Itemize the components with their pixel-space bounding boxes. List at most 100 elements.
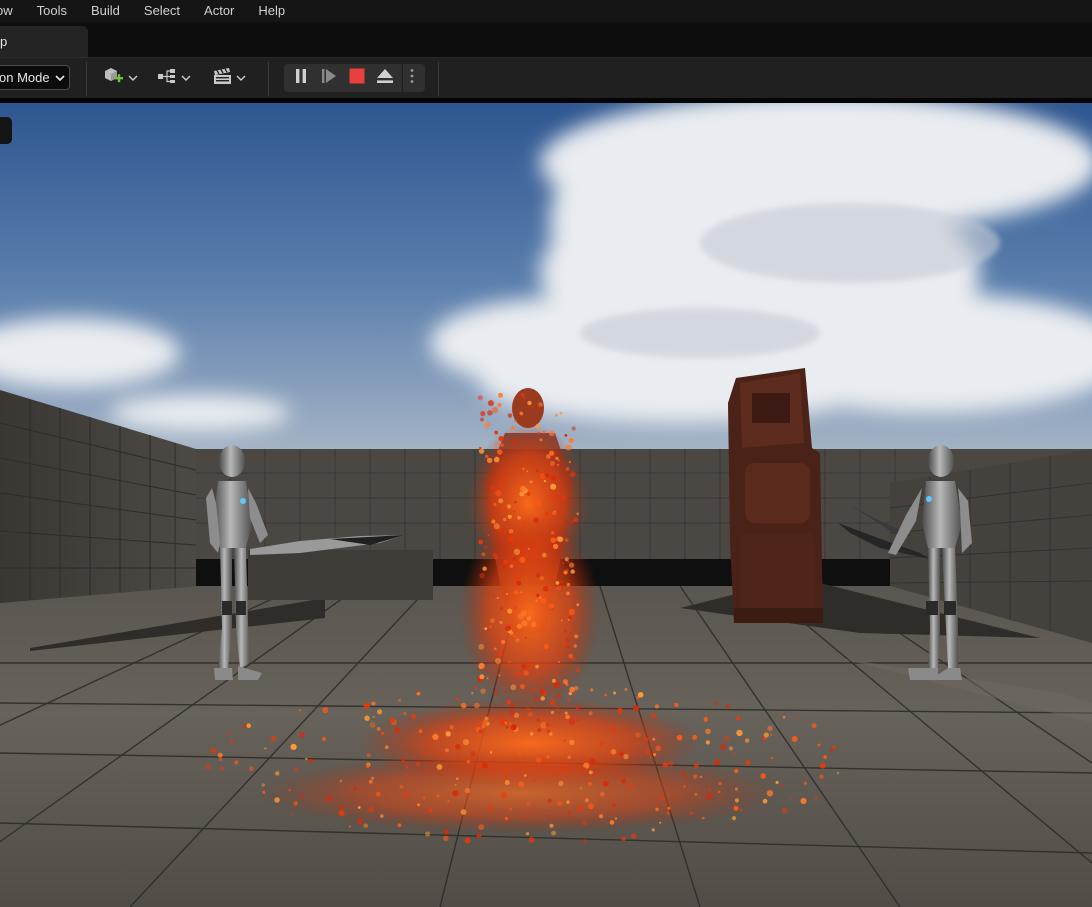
frame-step-button[interactable] xyxy=(315,64,343,92)
fire-spark xyxy=(551,830,557,836)
fire-spark xyxy=(524,636,527,640)
fire-spark xyxy=(573,517,579,523)
fire-spark xyxy=(210,747,217,754)
fire-spark xyxy=(357,818,364,825)
fire-spark xyxy=(493,503,497,506)
fire-spark xyxy=(565,467,570,471)
fire-spark xyxy=(477,395,483,401)
fire-spark xyxy=(621,836,626,842)
viewport-scene xyxy=(0,103,1092,907)
menu-window[interactable]: ow xyxy=(0,0,25,22)
fire-spark xyxy=(506,504,512,509)
fire-spark xyxy=(530,732,534,736)
fire-spark xyxy=(535,469,540,473)
fire-spark xyxy=(496,596,499,600)
fire-spark xyxy=(486,677,489,680)
fire-spark xyxy=(791,736,798,742)
fire-spark xyxy=(733,805,739,811)
fire-spark xyxy=(701,816,705,820)
fire-spark xyxy=(518,781,525,788)
fire-spark xyxy=(609,820,615,825)
menu-build[interactable]: Build xyxy=(79,0,132,22)
mode-selector-button[interactable]: on Mode xyxy=(0,65,70,90)
fire-spark xyxy=(568,691,572,696)
level-viewport[interactable] xyxy=(0,103,1092,907)
fire-spark xyxy=(348,825,352,828)
fire-spark xyxy=(717,790,721,794)
fire-spark xyxy=(494,647,497,651)
fire-spark xyxy=(460,702,467,709)
fire-spark xyxy=(428,808,433,813)
viewport-options-button[interactable] xyxy=(0,117,12,144)
fire-spark xyxy=(823,755,827,759)
fire-spark xyxy=(489,625,492,629)
fire-spark xyxy=(294,767,298,771)
fire-spark xyxy=(563,629,568,633)
fire-spark xyxy=(539,688,545,695)
fire-spark xyxy=(556,800,563,807)
fire-spark xyxy=(536,593,540,598)
fire-spark xyxy=(551,493,557,500)
fire-spark xyxy=(714,702,719,706)
fire-spark xyxy=(575,667,581,673)
fire-spark xyxy=(516,623,523,629)
fire-spark xyxy=(705,728,711,735)
fire-spark xyxy=(399,784,404,789)
fire-spark xyxy=(290,743,297,751)
pause-button[interactable] xyxy=(287,64,315,92)
fire-spark xyxy=(829,748,833,752)
fire-spark xyxy=(481,724,486,729)
fire-spark xyxy=(568,519,574,525)
fire-spark xyxy=(270,735,277,742)
add-actor-button[interactable] xyxy=(102,66,138,90)
blueprints-button[interactable] xyxy=(157,66,191,90)
fire-spark xyxy=(384,745,389,750)
fire-spark xyxy=(708,788,711,791)
eject-button[interactable] xyxy=(371,64,399,92)
more-options-button[interactable] xyxy=(400,64,424,92)
stop-button[interactable] xyxy=(343,64,371,92)
menu-tools[interactable]: Tools xyxy=(25,0,79,22)
fire-spark xyxy=(514,590,518,595)
fire-spark xyxy=(466,759,471,764)
fire-spark xyxy=(666,811,670,815)
fire-spark xyxy=(693,774,698,779)
fire-spark xyxy=(560,495,566,501)
menu-actor[interactable]: Actor xyxy=(192,0,246,22)
cinematics-button[interactable] xyxy=(212,66,246,90)
fire-spark xyxy=(498,651,503,657)
fire-spark xyxy=(513,510,516,513)
chevron-down-icon xyxy=(236,69,246,87)
fire-spark xyxy=(631,833,637,839)
fire-spark xyxy=(369,721,376,728)
fire-spark xyxy=(493,523,496,526)
fire-spark xyxy=(540,597,547,604)
fire-spark xyxy=(734,768,739,774)
fire-spark xyxy=(539,681,544,686)
fire-spark xyxy=(819,762,826,769)
fire-spark xyxy=(612,803,617,808)
menu-help[interactable]: Help xyxy=(246,0,297,22)
fire-spark xyxy=(509,807,512,811)
fire-spark xyxy=(498,498,504,504)
fire-spark xyxy=(734,798,740,803)
fire-spark xyxy=(443,829,450,835)
fire-spark xyxy=(447,800,450,803)
fire-spark xyxy=(735,787,738,791)
fire-spark xyxy=(623,754,629,760)
fire-spark xyxy=(555,693,562,699)
fire-spark xyxy=(338,810,345,817)
fire-spark xyxy=(520,485,527,492)
fire-spark xyxy=(491,519,496,524)
fire-spark xyxy=(397,823,402,828)
fire-spark xyxy=(508,528,514,534)
fire-spark xyxy=(456,777,459,780)
menu-select[interactable]: Select xyxy=(132,0,192,22)
fire-spark xyxy=(521,663,527,670)
fire-spark xyxy=(530,621,537,628)
fire-spark xyxy=(632,705,640,712)
fire-spark xyxy=(492,552,498,558)
fire-spark xyxy=(357,806,361,809)
fire-spark xyxy=(836,772,840,775)
level-tab[interactable]: p xyxy=(0,26,88,57)
